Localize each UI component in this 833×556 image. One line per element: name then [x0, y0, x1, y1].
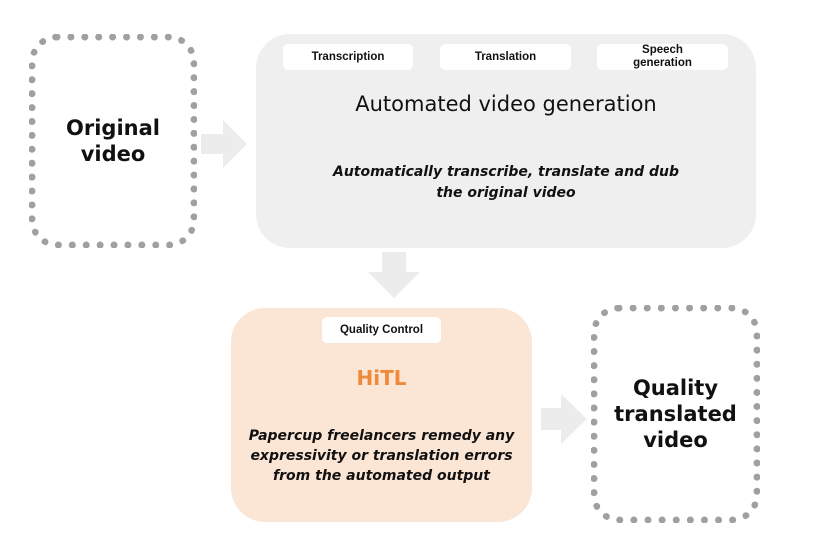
- arrow-right-icon: [541, 394, 587, 444]
- automated-generation-panel: Transcription Translation Speech generat…: [256, 34, 756, 248]
- arrow-right-icon: [201, 120, 247, 168]
- arrow-down-icon: [368, 252, 420, 298]
- original-video-label: Original video: [66, 116, 160, 166]
- quality-control-tag: Quality Control: [322, 317, 441, 343]
- quality-translated-video-box: Quality translated video: [591, 305, 760, 523]
- step-speech-generation: Speech generation: [597, 44, 728, 70]
- automated-title: Automated video generation: [355, 92, 657, 116]
- step-transcription: Transcription: [283, 44, 413, 70]
- original-video-box: Original video: [29, 34, 197, 248]
- hitl-panel: Quality Control HiTL Papercup freelancer…: [231, 308, 532, 522]
- hitl-description: Papercup freelancers remedy any expressi…: [248, 428, 515, 484]
- automated-description: Automatically transcribe, translate and …: [332, 164, 679, 201]
- quality-translated-video-label: Quality translated video: [614, 376, 737, 452]
- step-translation: Translation: [440, 44, 571, 70]
- hitl-title: HiTL: [356, 366, 407, 390]
